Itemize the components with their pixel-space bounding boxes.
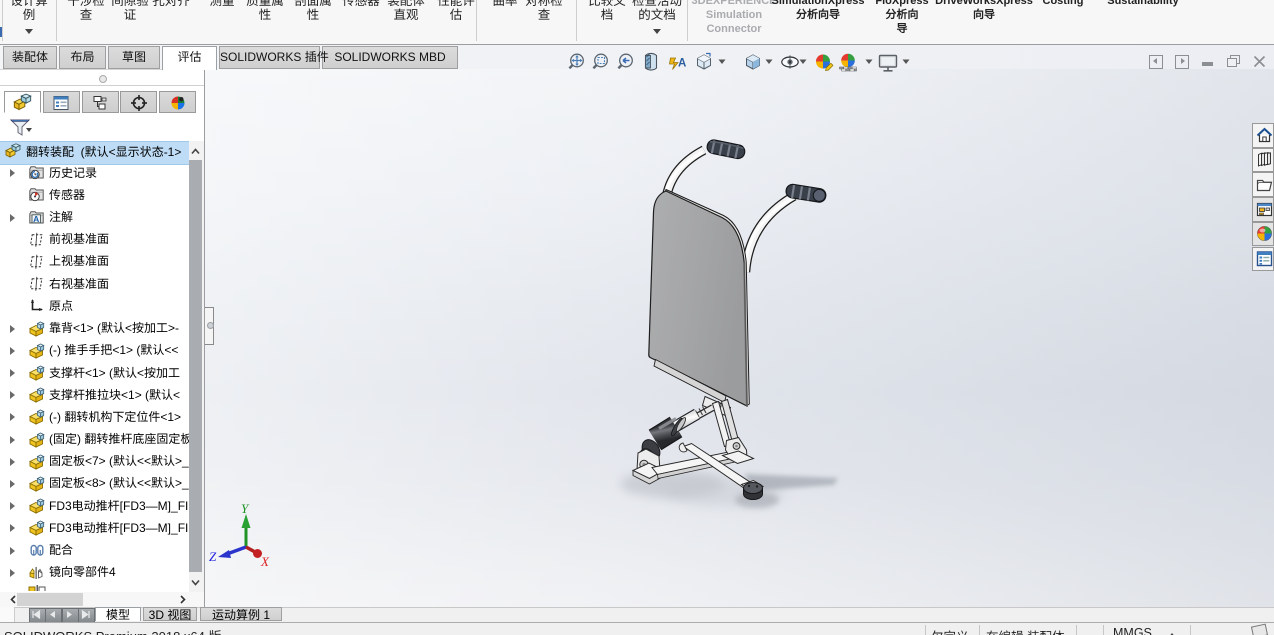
svg-text:Z: Z (209, 549, 217, 564)
svg-text:X: X (260, 554, 270, 569)
svg-text:A: A (678, 58, 686, 70)
svg-text:Y: Y (241, 501, 250, 516)
svg-text:A: A (33, 213, 39, 223)
